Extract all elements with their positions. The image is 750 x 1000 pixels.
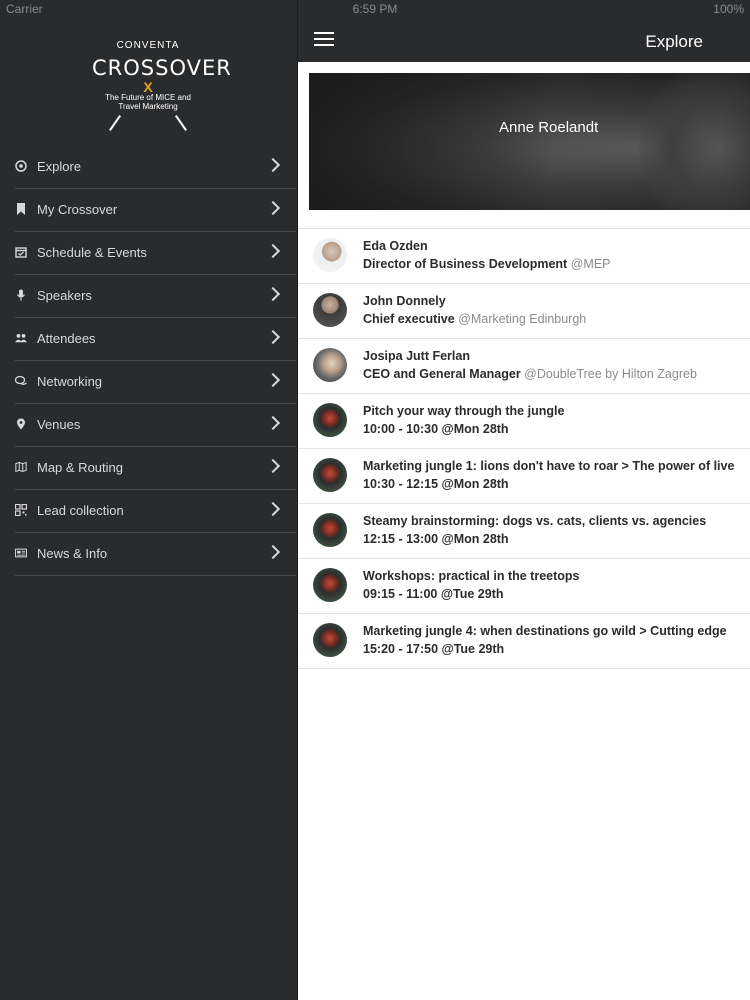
- event-time: 15:20 - 17:50 @Tue 29th: [363, 642, 505, 656]
- item-subtitle: CEO and General Manager @DoubleTree by H…: [363, 367, 697, 381]
- compass-icon: [15, 160, 27, 172]
- list-item[interactable]: Marketing jungle 1: lions don't have to …: [298, 449, 750, 504]
- item-title: Josipa Jutt Ferlan: [363, 349, 470, 363]
- sidebar-item-label: Lead collection: [37, 503, 124, 518]
- logo-leg-right: [175, 115, 187, 131]
- list-item[interactable]: Marketing jungle 4: when destinations go…: [298, 614, 750, 669]
- item-title: Eda Ozden: [363, 239, 428, 253]
- battery-level: 100%: [713, 2, 744, 16]
- chevron-right-icon: [265, 200, 281, 216]
- event-title: Marketing jungle 1: lions don't have to …: [363, 459, 735, 473]
- item-subtitle: Director of Business Development @MEP: [363, 257, 610, 271]
- sidebar-item-label: My Crossover: [37, 202, 118, 217]
- explore-list: Eda Ozden Director of Business Developme…: [298, 228, 750, 669]
- main-panel: Explore Anne Roelandt Eda Ozden Director…: [297, 0, 750, 1000]
- sidebar-item-label: Map & Routing: [37, 460, 123, 475]
- sidebar-item-schedule-events[interactable]: Schedule & Events: [15, 232, 296, 275]
- chevron-right-icon: [265, 501, 281, 517]
- clock: 6:59 PM: [352, 2, 398, 16]
- status-bar: Carrier 6:59 PM 100%: [0, 0, 750, 18]
- map-icon: [15, 461, 27, 473]
- list-item[interactable]: Steamy brainstorming: dogs vs. cats, cli…: [298, 504, 750, 559]
- sidebar-item-venues[interactable]: Venues: [15, 404, 296, 447]
- chevron-right-icon: [265, 415, 281, 431]
- list-item[interactable]: Pitch your way through the jungle 10:00 …: [298, 394, 750, 449]
- event-thumbnail: [313, 403, 347, 437]
- event-time: 12:15 - 13:00 @Mon 28th: [363, 532, 509, 546]
- sidebar-item-networking[interactable]: Networking: [15, 361, 296, 404]
- chevron-right-icon: [265, 243, 281, 259]
- chevron-right-icon: [265, 157, 281, 173]
- sidebar-item-news-info[interactable]: News & Info: [15, 533, 296, 576]
- sidebar-item-lead-collection[interactable]: Lead collection: [15, 490, 296, 533]
- calendar-icon: [15, 247, 27, 258]
- bookmark-icon: [17, 203, 25, 215]
- organization: @Marketing Edinburgh: [458, 312, 587, 326]
- chevron-right-icon: [265, 372, 281, 388]
- conventa-crossover-logo: CONVENTA CROSSOVER X The Future of MICE …: [92, 36, 232, 131]
- banner-overlay: [309, 73, 750, 210]
- sidebar-item-explore[interactable]: Explore: [15, 146, 296, 189]
- users-icon: [15, 333, 27, 343]
- newspaper-icon: [15, 548, 27, 558]
- job-title: Chief executive: [363, 312, 455, 326]
- page-title: Explore: [645, 32, 703, 51]
- qr-code-icon: [15, 504, 27, 516]
- event-thumbnail: [313, 458, 347, 492]
- logo-tagline: The Future of MICE and Travel Marketing: [92, 93, 204, 111]
- event-title: Pitch your way through the jungle: [363, 404, 565, 418]
- chevron-right-icon: [265, 329, 281, 345]
- avatar: [313, 348, 347, 382]
- logo-tagline-2: Travel Marketing: [118, 102, 178, 111]
- sidebar-item-my-crossover[interactable]: My Crossover: [15, 189, 296, 232]
- organization: @MEP: [570, 257, 611, 271]
- event-time: 09:15 - 11:00 @Tue 29th: [363, 587, 504, 601]
- logo-small-text: CONVENTA: [116, 40, 180, 51]
- event-thumbnail: [313, 568, 347, 602]
- event-title: Workshops: practical in the treetops: [363, 569, 580, 583]
- sidebar: CONVENTA CROSSOVER X The Future of MICE …: [0, 0, 296, 1000]
- event-thumbnail: [313, 513, 347, 547]
- banner-name: Anne Roelandt: [499, 119, 599, 136]
- list-item[interactable]: Workshops: practical in the treetops 09:…: [298, 559, 750, 614]
- chat-icon: [15, 375, 27, 385]
- sidebar-item-label: News & Info: [37, 546, 108, 561]
- logo-title: CROSSOVER: [92, 56, 232, 80]
- sidebar-item-map-routing[interactable]: Map & Routing: [15, 447, 296, 490]
- hamburger-menu-icon[interactable]: [314, 32, 334, 46]
- logo-leg-left: [109, 115, 121, 131]
- microphone-icon: [17, 289, 25, 301]
- sidebar-menu: Explore My Crossover Schedule & Events S…: [0, 146, 296, 576]
- chevron-right-icon: [265, 286, 281, 302]
- sidebar-item-label: Speakers: [37, 288, 92, 303]
- chevron-right-icon: [265, 544, 281, 560]
- event-time: 10:30 - 12:15 @Mon 28th: [363, 477, 509, 491]
- item-title: John Donnely: [363, 294, 446, 308]
- job-title: Director of Business Development: [363, 257, 568, 271]
- list-item[interactable]: John Donnely Chief executive @Marketing …: [298, 284, 750, 339]
- list-item[interactable]: Eda Ozden Director of Business Developme…: [298, 229, 750, 284]
- list-item[interactable]: Josipa Jutt Ferlan CEO and General Manag…: [298, 339, 750, 394]
- organization: @DoubleTree by Hilton Zagreb: [524, 367, 697, 381]
- job-title: CEO and General Manager: [363, 367, 521, 381]
- sidebar-item-label: Explore: [37, 159, 82, 174]
- avatar: [313, 238, 347, 272]
- sidebar-item-label: Venues: [37, 417, 81, 432]
- event-thumbnail: [313, 623, 347, 657]
- sidebar-item-attendees[interactable]: Attendees: [15, 318, 296, 361]
- sidebar-item-speakers[interactable]: Speakers: [15, 275, 296, 318]
- event-title: Steamy brainstorming: dogs vs. cats, cli…: [363, 514, 707, 528]
- chevron-right-icon: [265, 458, 281, 474]
- item-subtitle: Chief executive @Marketing Edinburgh: [363, 312, 586, 326]
- logo-tagline-1: The Future of MICE and: [105, 93, 191, 102]
- map-pin-icon: [17, 418, 25, 430]
- event-time: 10:00 - 10:30 @Mon 28th: [363, 422, 509, 436]
- event-title: Marketing jungle 4: when destinations go…: [363, 624, 727, 638]
- sidebar-item-label: Attendees: [37, 331, 96, 346]
- sidebar-item-label: Schedule & Events: [37, 245, 147, 260]
- featured-banner[interactable]: Anne Roelandt: [309, 73, 750, 210]
- sidebar-item-label: Networking: [37, 374, 103, 389]
- avatar: [313, 293, 347, 327]
